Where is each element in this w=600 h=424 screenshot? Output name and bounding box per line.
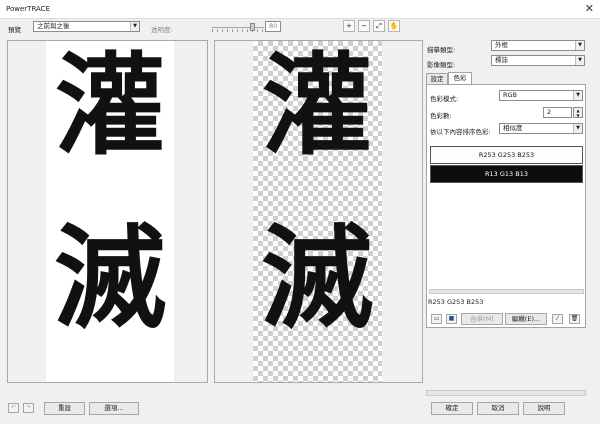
stepper-down-icon[interactable]: ▼ <box>574 113 582 118</box>
window-title: PowerTRACE <box>6 5 50 13</box>
chevron-down-icon: ▼ <box>573 124 582 133</box>
traced-image: 灌 滅 <box>253 41 382 382</box>
title-divider <box>0 18 600 19</box>
preview-label: 預覽 <box>8 26 21 34</box>
options-button[interactable]: 選項... <box>89 402 139 415</box>
source-image: 灌 滅 <box>46 41 174 382</box>
help-button[interactable]: 說明 <box>523 402 565 415</box>
opacity-slider-thumb[interactable] <box>250 23 255 31</box>
sort-colors-select[interactable]: 相似度 ▼ <box>499 123 583 134</box>
color-mode-value: RGB <box>503 91 518 99</box>
color-mode-label: 色彩模式: <box>430 95 459 103</box>
color-count-stepper[interactable]: ▲ ▼ <box>573 107 583 118</box>
color-mode-select[interactable]: RGB ▼ <box>499 90 583 101</box>
colors-tab-panel: 色彩模式: RGB ▼ 色彩數: 2 ▲ ▼ 依以下內容排序色彩: 相似度 ▼ … <box>426 84 586 328</box>
panel-scrollbar[interactable] <box>426 390 586 396</box>
traced-glyph-1: 灌 <box>262 41 372 170</box>
opacity-slider-ticks <box>212 29 264 32</box>
color-list-scrollbar[interactable] <box>429 289 584 294</box>
preview-mode-select[interactable]: 之前與之後 ▼ <box>33 21 140 32</box>
color-swatch-light[interactable]: R253 G253 B253 <box>430 146 583 164</box>
preview-mode-value: 之前與之後 <box>37 22 70 30</box>
trace-type-value: 外框 <box>495 41 508 49</box>
delete-color-icon[interactable]: 🗑 <box>569 314 580 324</box>
edit-color-button[interactable]: 編輯(E)... <box>505 313 547 325</box>
merge-button[interactable]: 合併(M) <box>461 313 503 325</box>
opacity-value: 80 <box>269 22 278 30</box>
preview-after-pane[interactable]: 灌 滅 <box>214 40 423 383</box>
redo-icon[interactable]: ↷ <box>23 403 34 413</box>
chevron-down-icon: ▼ <box>575 56 584 65</box>
source-glyph-2: 滅 <box>54 213 166 344</box>
opacity-value-field[interactable]: 80 <box>265 21 281 32</box>
zoom-in-icon[interactable]: + <box>343 20 355 32</box>
image-type-label: 影像類型: <box>427 61 456 69</box>
cancel-button[interactable]: 取消 <box>477 402 519 415</box>
zoom-fit-icon[interactable]: ⤢ <box>373 20 385 32</box>
opacity-slider[interactable] <box>212 23 264 32</box>
color-swatch-dark[interactable]: R13 G13 B13 <box>430 165 583 183</box>
open-palette-icon[interactable]: ▭ <box>431 314 442 324</box>
save-palette-icon[interactable]: ■ <box>446 314 457 324</box>
opacity-slider-track <box>212 27 264 28</box>
undo-icon[interactable]: ↶ <box>8 403 19 413</box>
color-count-value: 2 <box>547 108 552 116</box>
color-count-field[interactable]: 2 <box>543 107 572 118</box>
zoom-out-icon[interactable]: − <box>358 20 370 32</box>
preview-before-pane[interactable]: 灌 滅 <box>7 40 208 383</box>
hand-pan-icon[interactable]: ✋ <box>388 20 400 32</box>
chevron-down-icon: ▼ <box>575 41 584 50</box>
tab-settings[interactable]: 設定 <box>426 73 448 84</box>
trace-type-select[interactable]: 外框 ▼ <box>491 40 585 51</box>
reset-button[interactable]: 重設 <box>44 402 85 415</box>
trace-type-label: 描摹類型: <box>427 46 456 54</box>
tab-colors[interactable]: 色彩 <box>448 72 472 84</box>
color-count-label: 色彩數: <box>430 112 452 120</box>
image-type-select[interactable]: 標誌 ▼ <box>491 55 585 66</box>
opacity-label: 透明度: <box>151 26 173 34</box>
ok-button[interactable]: 確定 <box>431 402 473 415</box>
selected-color-readout: R253 G253 B253 <box>428 298 484 306</box>
eyedropper-icon[interactable]: ⁄ <box>552 314 563 324</box>
title-bar: PowerTRACE ✕ <box>0 0 600 18</box>
sort-colors-label: 依以下內容排序色彩: <box>430 128 491 136</box>
sort-colors-value: 相似度 <box>503 124 523 132</box>
image-type-value: 標誌 <box>495 56 508 64</box>
source-glyph-1: 灌 <box>55 41 165 170</box>
chevron-down-icon: ▼ <box>573 91 582 100</box>
chevron-down-icon: ▼ <box>130 22 139 31</box>
traced-glyph-2: 滅 <box>261 213 373 344</box>
close-icon[interactable]: ✕ <box>585 2 594 15</box>
